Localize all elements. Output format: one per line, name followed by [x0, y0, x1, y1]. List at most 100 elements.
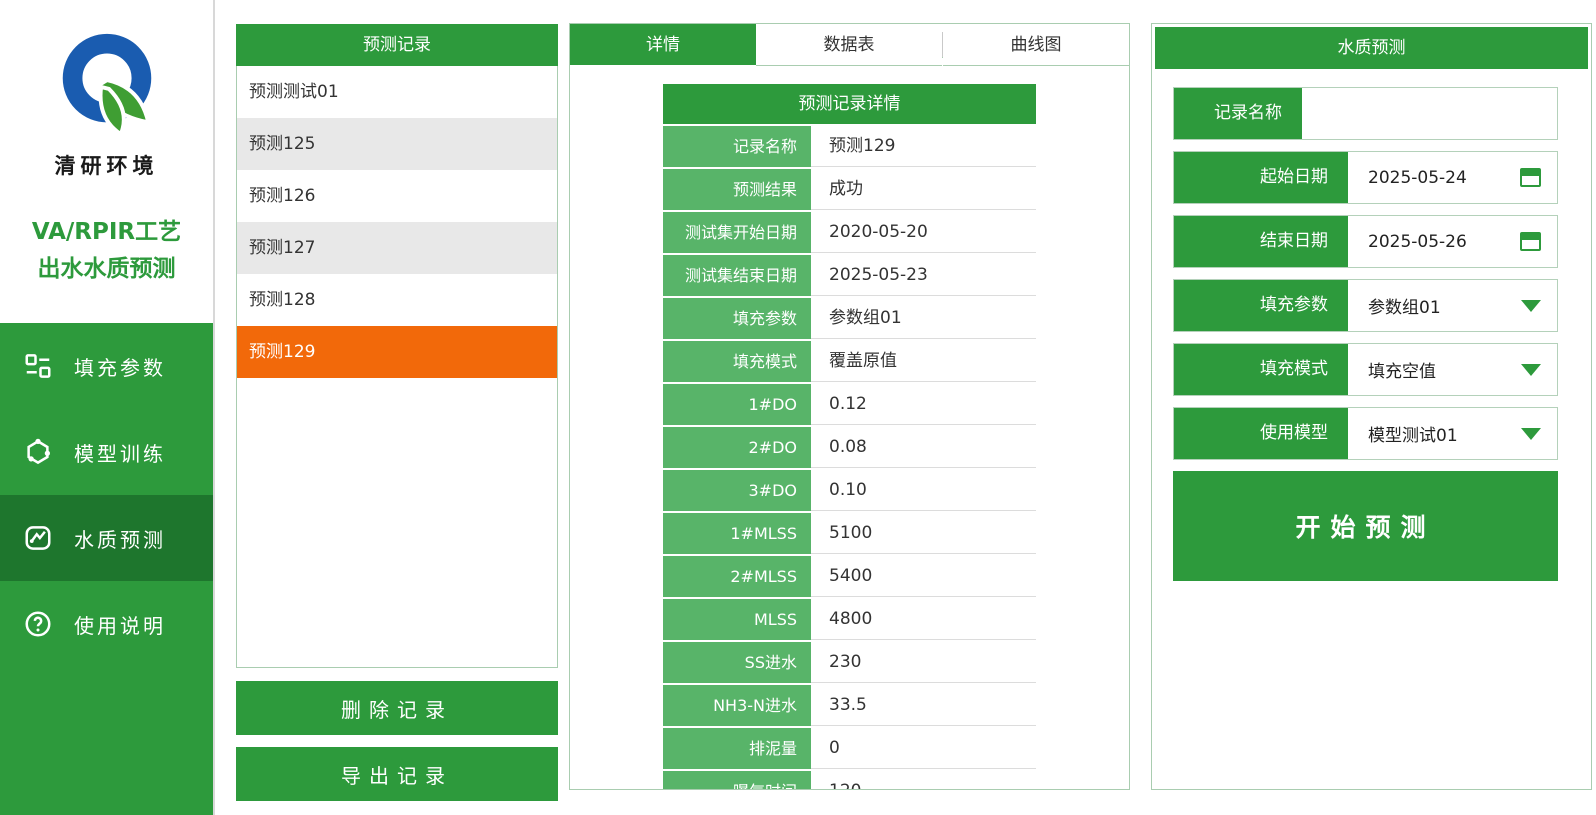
- field-value: 2025-05-24: [1348, 152, 1557, 203]
- row-label: 2#MLSS: [663, 556, 811, 597]
- chevron-down-icon[interactable]: [1521, 364, 1541, 376]
- table-row: 曝气时间120: [663, 771, 1036, 790]
- table-row: 预测结果成功: [663, 169, 1036, 210]
- record-item[interactable]: 预测125: [237, 118, 557, 170]
- fill-mode-value: 填充空值: [1368, 357, 1521, 382]
- row-label: 填充模式: [663, 341, 811, 382]
- table-row: MLSS4800: [663, 599, 1036, 640]
- field-label: 记录名称: [1174, 88, 1302, 139]
- export-record-button[interactable]: 导出记录: [236, 747, 558, 801]
- sidebar-item-help[interactable]: 使用说明: [0, 581, 213, 667]
- help-icon: [22, 608, 54, 640]
- table-row: 填充参数参数组01: [663, 298, 1036, 339]
- records-panel: 预测记录 预测测试01 预测125 预测126 预测127 预测128 预测12…: [236, 24, 558, 801]
- sidebar-brand: 清研环境 VA/RPIR工艺 出水水质预测: [0, 0, 213, 323]
- table-row: 排泥量0: [663, 728, 1036, 769]
- row-value: 5100: [811, 513, 1036, 554]
- sidebar-item-water-quality-prediction[interactable]: 水质预测: [0, 495, 213, 581]
- row-value: 0.10: [811, 470, 1036, 511]
- sidebar-divider: [213, 0, 215, 815]
- field-value: [1302, 88, 1557, 139]
- row-label: SS进水: [663, 642, 811, 683]
- table-row: 记录名称预测129: [663, 126, 1036, 167]
- sidebar-item-fill-params[interactable]: 填充参数: [0, 323, 213, 409]
- row-value: 2025-05-23: [811, 255, 1036, 296]
- calendar-icon[interactable]: [1520, 168, 1541, 187]
- row-label: 曝气时间: [663, 771, 811, 790]
- record-name-input[interactable]: [1322, 88, 1541, 139]
- table-row: 2#MLSS5400: [663, 556, 1036, 597]
- record-item[interactable]: 预测126: [237, 170, 557, 222]
- field-label: 填充参数: [1174, 280, 1348, 331]
- tab-curve-chart[interactable]: 曲线图: [943, 24, 1129, 66]
- end-date-value[interactable]: 2025-05-26: [1368, 232, 1520, 252]
- row-value: 2020-05-20: [811, 212, 1036, 253]
- model-network-icon: [22, 436, 54, 468]
- app-title: VA/RPIR工艺 出水水质预测: [0, 214, 213, 288]
- sidebar-item-label: 水质预测: [74, 524, 166, 553]
- prediction-panel-header: 水质预测: [1155, 27, 1588, 69]
- records-panel-header: 预测记录: [236, 24, 558, 66]
- fill-mode-select[interactable]: 填充空值: [1348, 344, 1557, 395]
- field-label: 填充模式: [1174, 344, 1348, 395]
- table-row: 填充模式覆盖原值: [663, 341, 1036, 382]
- record-item[interactable]: 预测测试01: [237, 66, 557, 118]
- tab-detail[interactable]: 详情: [570, 24, 756, 66]
- field-row-record-name: 记录名称: [1173, 87, 1558, 140]
- row-label: 填充参数: [663, 298, 811, 339]
- start-date-value[interactable]: 2025-05-24: [1368, 168, 1520, 188]
- fill-params-value: 参数组01: [1368, 293, 1521, 318]
- sliders-icon: [22, 350, 54, 382]
- fill-params-select[interactable]: 参数组01: [1348, 280, 1557, 331]
- row-value: 0: [811, 728, 1036, 769]
- field-row-start-date: 起始日期 2025-05-24: [1173, 151, 1558, 204]
- sidebar-item-model-training[interactable]: 模型训练: [0, 409, 213, 495]
- record-item-selected[interactable]: 预测129: [237, 326, 557, 378]
- company-name: 清研环境: [0, 150, 213, 180]
- app-title-line2: 出水水质预测: [0, 251, 213, 288]
- detail-tabbar: 详情 数据表 曲线图: [570, 24, 1129, 66]
- row-label: 3#DO: [663, 470, 811, 511]
- sidebar-item-label: 模型训练: [74, 438, 166, 467]
- row-value: 230: [811, 642, 1036, 683]
- record-item[interactable]: 预测128: [237, 274, 557, 326]
- table-row: 测试集开始日期2020-05-20: [663, 212, 1036, 253]
- field-row-fill-mode: 填充模式 填充空值: [1173, 343, 1558, 396]
- table-row: 2#DO0.08: [663, 427, 1036, 468]
- record-item[interactable]: 预测127: [237, 222, 557, 274]
- row-label: 排泥量: [663, 728, 811, 769]
- row-value: 4800: [811, 599, 1036, 640]
- row-value: 成功: [811, 169, 1036, 210]
- detail-table-title: 预测记录详情: [663, 84, 1036, 124]
- delete-record-button[interactable]: 删除记录: [236, 681, 558, 735]
- chevron-down-icon[interactable]: [1521, 300, 1541, 312]
- row-value: 33.5: [811, 685, 1036, 726]
- calendar-icon[interactable]: [1520, 232, 1541, 251]
- table-row: 1#DO0.12: [663, 384, 1036, 425]
- field-row-fill-params: 填充参数 参数组01: [1173, 279, 1558, 332]
- row-label: 测试集结束日期: [663, 255, 811, 296]
- row-value: 覆盖原值: [811, 341, 1036, 382]
- row-value: 0.08: [811, 427, 1036, 468]
- field-label: 使用模型: [1174, 408, 1348, 459]
- row-label: 1#DO: [663, 384, 811, 425]
- row-label: NH3-N进水: [663, 685, 811, 726]
- row-label: MLSS: [663, 599, 811, 640]
- row-value: 预测129: [811, 126, 1036, 167]
- field-row-use-model: 使用模型 模型测试01: [1173, 407, 1558, 460]
- use-model-select[interactable]: 模型测试01: [1348, 408, 1557, 459]
- row-label: 测试集开始日期: [663, 212, 811, 253]
- record-detail-table: 预测记录详情 记录名称预测129 预测结果成功 测试集开始日期2020-05-2…: [663, 84, 1036, 790]
- sidebar-nav: 填充参数 模型训练 水质预测: [0, 323, 213, 667]
- calendar-icon-top: [1522, 170, 1539, 176]
- chevron-down-icon[interactable]: [1521, 428, 1541, 440]
- row-value: 120: [811, 771, 1036, 790]
- use-model-value: 模型测试01: [1368, 421, 1521, 446]
- tab-data-table[interactable]: 数据表: [756, 24, 942, 66]
- row-label: 预测结果: [663, 169, 811, 210]
- line-chart-icon: [22, 522, 54, 554]
- field-value: 2025-05-26: [1348, 216, 1557, 267]
- start-prediction-button[interactable]: 开始预测: [1173, 471, 1558, 581]
- row-value: 5400: [811, 556, 1036, 597]
- row-label: 2#DO: [663, 427, 811, 468]
